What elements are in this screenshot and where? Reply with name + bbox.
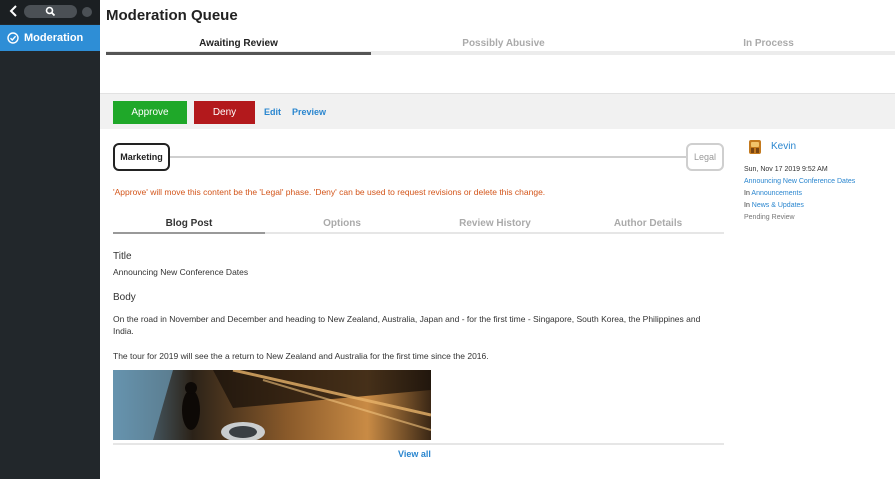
view-all-link[interactable]: View all (398, 449, 431, 459)
submission-datetime: Sun, Nov 17 2019 9:52 AM (744, 166, 828, 173)
divider (113, 443, 724, 445)
workflow-notice: 'Approve' will move this content be the … (113, 187, 546, 197)
queue-tabs: Awaiting Review Possibly Abusive In Proc… (106, 37, 895, 55)
avatar (749, 140, 761, 154)
status-text: Pending Review (744, 214, 795, 221)
body-field-label: Body (113, 292, 136, 303)
action-bar: Approve Deny Edit Preview (100, 93, 895, 129)
post-image (113, 370, 431, 440)
sidebar-toolbar (0, 0, 100, 24)
workflow-phase-current: Marketing (113, 143, 170, 171)
search-icon (45, 6, 56, 17)
sidebar-item-moderation[interactable]: Moderation (0, 25, 100, 51)
workflow-phase-next: Legal (686, 143, 724, 171)
tab-review-history[interactable]: Review History (419, 217, 571, 234)
approve-button[interactable]: Approve (113, 101, 187, 124)
title-field-label: Title (113, 251, 132, 262)
back-arrow-icon[interactable] (8, 4, 20, 18)
workflow-connector (170, 156, 688, 158)
content-tabs: Blog Post Options Review History Author … (113, 217, 724, 234)
tab-options[interactable]: Options (266, 217, 418, 234)
preview-link[interactable]: Preview (292, 107, 326, 117)
post-title-link[interactable]: Announcing New Conference Dates (744, 178, 855, 185)
main-panel: Moderation Queue Awaiting Review Possibl… (100, 0, 895, 479)
post-image-graphic (113, 370, 431, 440)
edit-link[interactable]: Edit (264, 107, 281, 117)
tab-in-process[interactable]: In Process (636, 37, 895, 55)
tab-possibly-abusive[interactable]: Possibly Abusive (371, 37, 636, 55)
location-link-announcements[interactable]: Announcements (751, 190, 802, 197)
moderation-icon (7, 32, 19, 44)
location-link-news-updates[interactable]: News & Updates (752, 202, 804, 209)
tab-blog-post[interactable]: Blog Post (113, 217, 265, 234)
body-paragraph: On the road in November and December and… (113, 314, 701, 336)
sidebar: Moderation (0, 0, 100, 479)
in-label: In (744, 202, 752, 209)
workflow-progress: Marketing Legal (113, 143, 724, 171)
tab-awaiting-review[interactable]: Awaiting Review (106, 37, 371, 55)
page-title: Moderation Queue (106, 7, 238, 24)
deny-button[interactable]: Deny (194, 101, 255, 124)
more-icon[interactable] (82, 7, 92, 17)
search-button[interactable] (24, 5, 77, 18)
tab-author-details[interactable]: Author Details (572, 217, 724, 234)
author-name-link[interactable]: Kevin (771, 141, 796, 152)
sidebar-item-label: Moderation (24, 32, 84, 44)
title-field-value: Announcing New Conference Dates (113, 267, 249, 277)
body-paragraph: The tour for 2019 will see the a return … (113, 351, 489, 361)
